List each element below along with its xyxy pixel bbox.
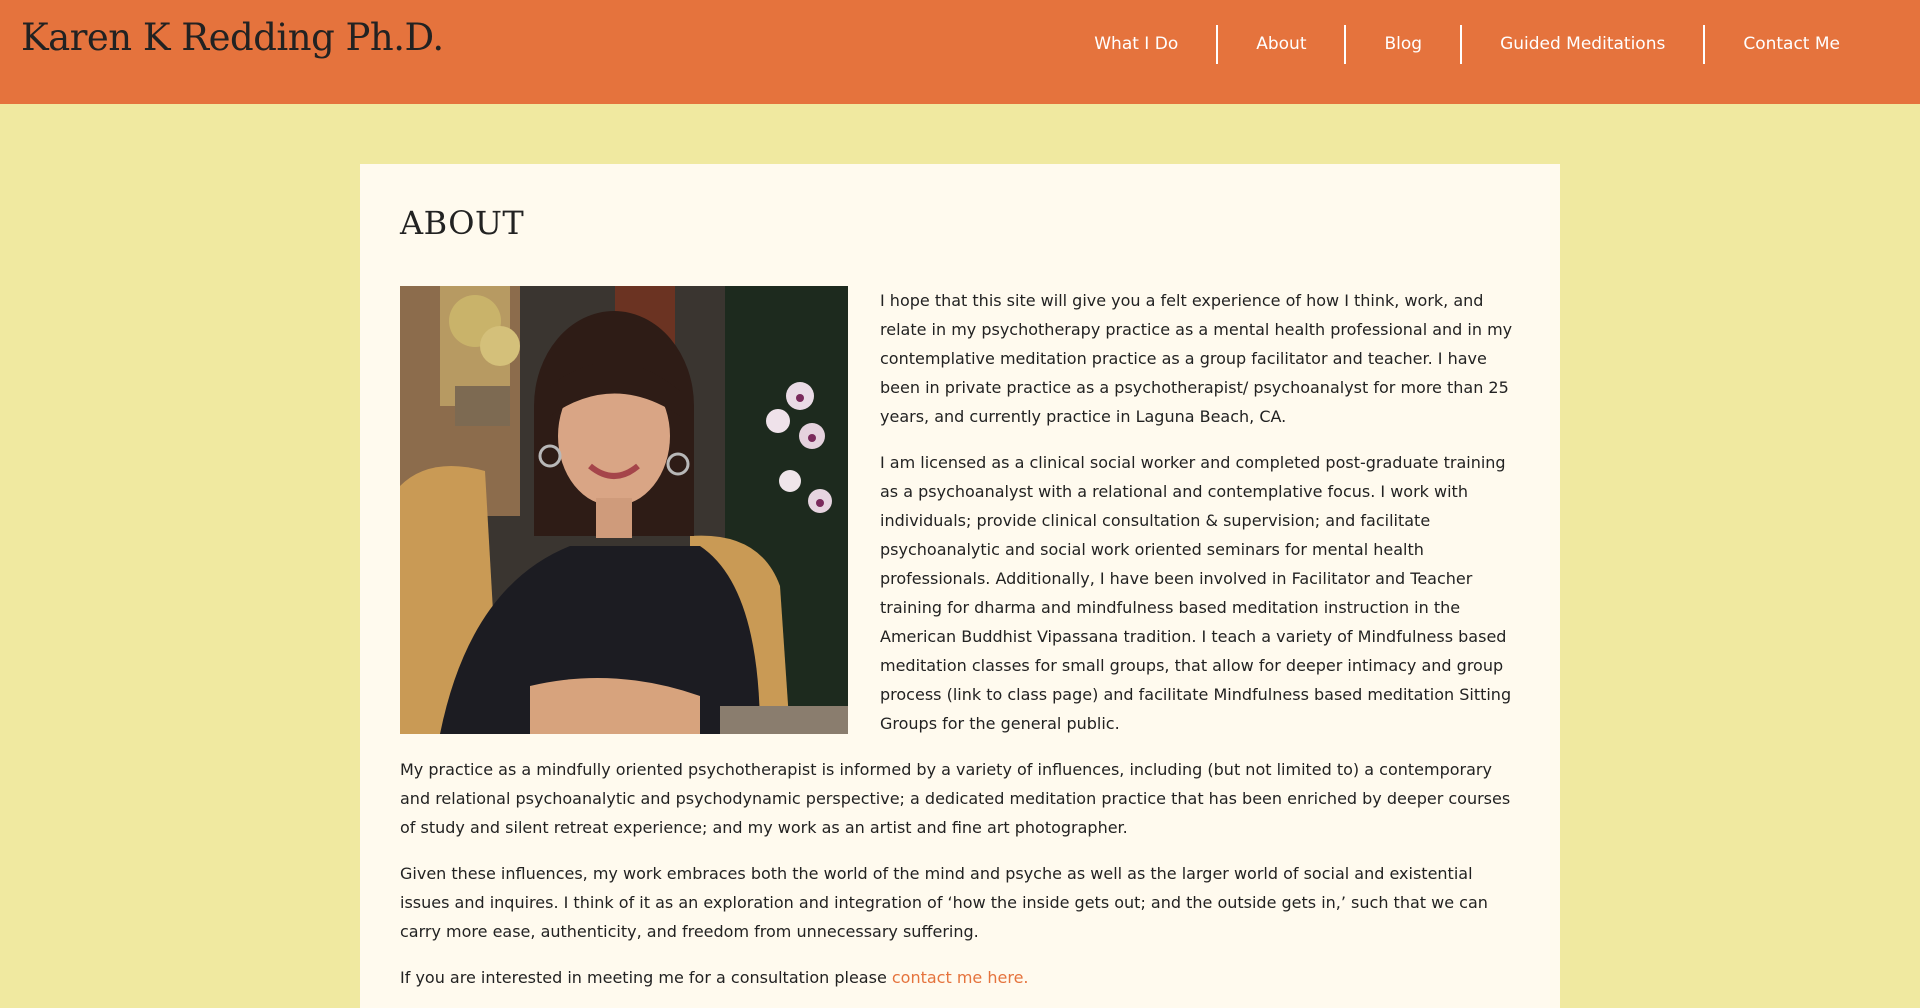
nav-blog[interactable]: Blog bbox=[1346, 25, 1460, 64]
about-paragraph-4: Given these influences, my work embraces… bbox=[400, 864, 1488, 941]
contact-me-link[interactable]: contact me here. bbox=[892, 968, 1029, 987]
contact-line-text: If you are interested in meeting me for … bbox=[400, 968, 892, 987]
contact-line: If you are interested in meeting me for … bbox=[400, 963, 1520, 992]
nav-what-i-do[interactable]: What I Do bbox=[1056, 25, 1216, 64]
site-title-link[interactable]: Karen K Redding Ph.D. bbox=[21, 16, 444, 59]
content-panel: ABOUT I hope that this site will give yo… bbox=[360, 164, 1560, 1008]
nav-contact-me[interactable]: Contact Me bbox=[1705, 25, 1878, 64]
nav-guided-meditations[interactable]: Guided Meditations bbox=[1462, 25, 1703, 64]
portrait-photo bbox=[400, 286, 848, 734]
nav-about[interactable]: About bbox=[1218, 25, 1344, 64]
page-title: ABOUT bbox=[400, 204, 525, 242]
site-header: Karen K Redding Ph.D. What I Do About Bl… bbox=[0, 0, 1920, 104]
about-content: I hope that this site will give you a fe… bbox=[400, 286, 1520, 992]
main-nav: What I Do About Blog Guided Meditations … bbox=[1056, 25, 1878, 64]
about-paragraph-3: My practice as a mindfully oriented psyc… bbox=[400, 760, 1511, 837]
